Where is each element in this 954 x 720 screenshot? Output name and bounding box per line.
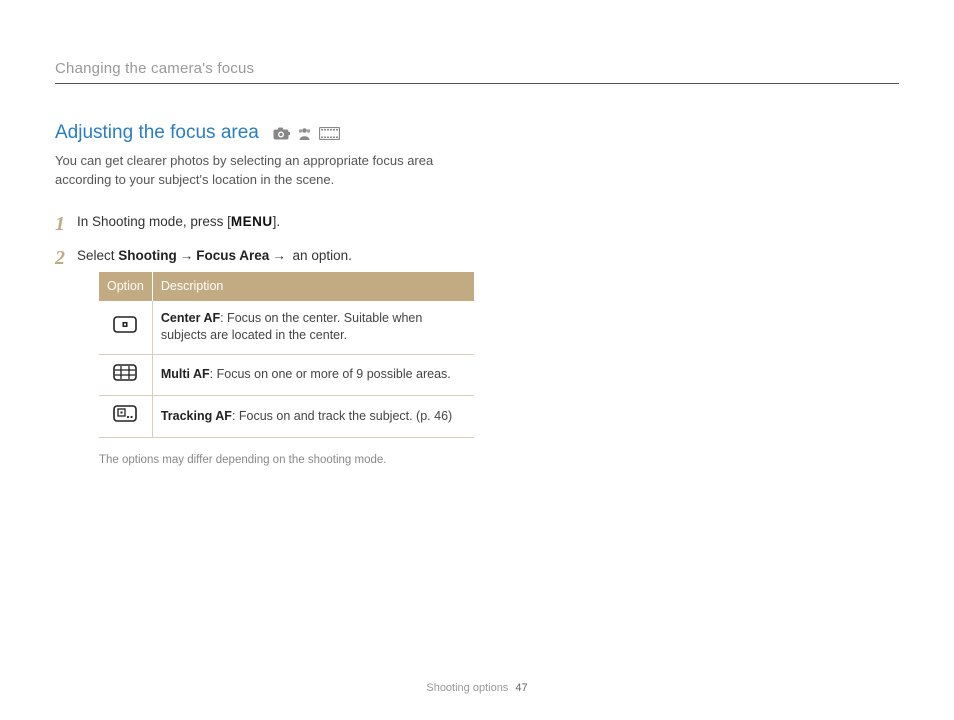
section-title: Adjusting the focus area (55, 122, 259, 144)
option-desc: : Focus on one or more of 9 possible are… (210, 367, 451, 381)
table-row: Multi AF: Focus on one or more of 9 poss… (99, 354, 474, 396)
mode-icons-group (273, 126, 340, 141)
step-2: Select Shooting→Focus Area→ an option. O… (55, 246, 485, 469)
tracking-af-icon (113, 405, 137, 428)
table-head-description: Description (152, 272, 474, 301)
breadcrumb: Changing the camera's focus (55, 60, 899, 77)
table-cell-desc: Center AF: Focus on the center. Suitable… (152, 301, 474, 355)
arrow-icon: → (269, 248, 289, 263)
table-cell-desc: Tracking AF: Focus on and track the subj… (152, 396, 474, 438)
menu-key-label: MENU (231, 214, 273, 229)
step-2-text-post: an option. (289, 248, 352, 263)
footer-page-number: 47 (515, 682, 527, 694)
options-table: Option Description Cente (99, 272, 474, 438)
step-2-shooting: Shooting (118, 248, 176, 263)
step-1: In Shooting mode, press [MENU]. (55, 212, 485, 232)
option-name: Tracking AF (161, 409, 232, 423)
breadcrumb-bar: Changing the camera's focus (55, 60, 899, 84)
option-name: Center AF (161, 311, 220, 325)
multi-af-icon (113, 364, 137, 387)
intro-text: You can get clearer photos by selecting … (55, 152, 485, 190)
center-af-icon (113, 316, 137, 339)
camera-mode-icon (273, 127, 290, 140)
step-2-text-pre: Select (77, 248, 118, 263)
table-row: Center AF: Focus on the center. Suitable… (99, 301, 474, 355)
option-desc: : Focus on and track the subject. (p. 46… (232, 409, 452, 423)
footer-section-label: Shooting options (426, 682, 508, 694)
arrow-icon: → (177, 248, 197, 263)
video-mode-icon (319, 127, 340, 140)
table-row: Tracking AF: Focus on and track the subj… (99, 396, 474, 438)
step-2-focus-area: Focus Area (196, 248, 269, 263)
option-name: Multi AF (161, 367, 210, 381)
step-1-text-pre: In Shooting mode, press [ (77, 214, 231, 229)
table-head-option: Option (99, 272, 152, 301)
table-cell-desc: Multi AF: Focus on one or more of 9 poss… (152, 354, 474, 396)
footnote: The options may differ depending on the … (99, 452, 485, 469)
page-footer: Shooting options 47 (0, 682, 954, 694)
dual-mode-icon (297, 126, 312, 141)
step-1-text-post: ]. (273, 214, 281, 229)
